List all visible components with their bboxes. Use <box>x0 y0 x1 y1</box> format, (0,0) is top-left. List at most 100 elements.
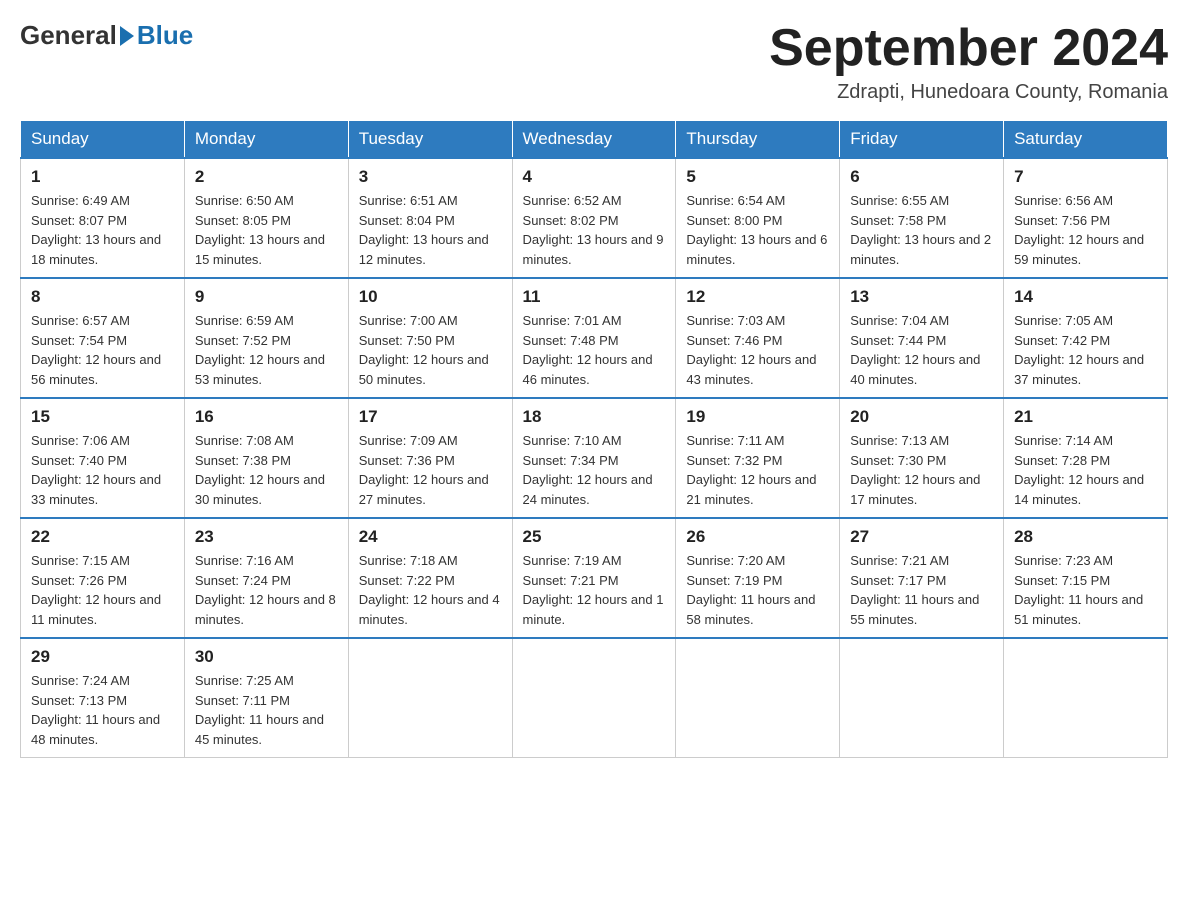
day-number: 16 <box>195 407 338 427</box>
day-number: 6 <box>850 167 993 187</box>
table-row: 13 Sunrise: 7:04 AM Sunset: 7:44 PM Dayl… <box>840 278 1004 398</box>
day-info: Sunrise: 7:21 AM Sunset: 7:17 PM Dayligh… <box>850 551 993 629</box>
day-info: Sunrise: 7:19 AM Sunset: 7:21 PM Dayligh… <box>523 551 666 629</box>
day-number: 9 <box>195 287 338 307</box>
table-row: 21 Sunrise: 7:14 AM Sunset: 7:28 PM Dayl… <box>1004 398 1168 518</box>
day-number: 23 <box>195 527 338 547</box>
table-row: 23 Sunrise: 7:16 AM Sunset: 7:24 PM Dayl… <box>184 518 348 638</box>
table-row: 10 Sunrise: 7:00 AM Sunset: 7:50 PM Dayl… <box>348 278 512 398</box>
logo-blue-text: Blue <box>137 20 193 51</box>
table-row: 22 Sunrise: 7:15 AM Sunset: 7:26 PM Dayl… <box>21 518 185 638</box>
day-info: Sunrise: 7:16 AM Sunset: 7:24 PM Dayligh… <box>195 551 338 629</box>
table-row: 12 Sunrise: 7:03 AM Sunset: 7:46 PM Dayl… <box>676 278 840 398</box>
day-number: 11 <box>523 287 666 307</box>
day-info: Sunrise: 7:25 AM Sunset: 7:11 PM Dayligh… <box>195 671 338 749</box>
table-row: 9 Sunrise: 6:59 AM Sunset: 7:52 PM Dayli… <box>184 278 348 398</box>
day-number: 1 <box>31 167 174 187</box>
table-row: 16 Sunrise: 7:08 AM Sunset: 7:38 PM Dayl… <box>184 398 348 518</box>
day-number: 24 <box>359 527 502 547</box>
day-number: 29 <box>31 647 174 667</box>
day-number: 21 <box>1014 407 1157 427</box>
day-number: 20 <box>850 407 993 427</box>
location-text: Zdrapti, Hunedoara County, Romania <box>769 81 1168 104</box>
calendar-week-1: 1 Sunrise: 6:49 AM Sunset: 8:07 PM Dayli… <box>21 158 1168 278</box>
day-number: 14 <box>1014 287 1157 307</box>
day-info: Sunrise: 6:59 AM Sunset: 7:52 PM Dayligh… <box>195 311 338 389</box>
day-info: Sunrise: 7:05 AM Sunset: 7:42 PM Dayligh… <box>1014 311 1157 389</box>
day-info: Sunrise: 6:50 AM Sunset: 8:05 PM Dayligh… <box>195 191 338 269</box>
day-info: Sunrise: 6:55 AM Sunset: 7:58 PM Dayligh… <box>850 191 993 269</box>
title-section: September 2024 Zdrapti, Hunedoara County… <box>769 20 1168 104</box>
day-info: Sunrise: 7:14 AM Sunset: 7:28 PM Dayligh… <box>1014 431 1157 509</box>
calendar-header-row: Sunday Monday Tuesday Wednesday Thursday… <box>21 121 1168 159</box>
day-number: 13 <box>850 287 993 307</box>
day-number: 25 <box>523 527 666 547</box>
table-row: 17 Sunrise: 7:09 AM Sunset: 7:36 PM Dayl… <box>348 398 512 518</box>
day-info: Sunrise: 7:10 AM Sunset: 7:34 PM Dayligh… <box>523 431 666 509</box>
table-row: 26 Sunrise: 7:20 AM Sunset: 7:19 PM Dayl… <box>676 518 840 638</box>
table-row: 25 Sunrise: 7:19 AM Sunset: 7:21 PM Dayl… <box>512 518 676 638</box>
day-number: 10 <box>359 287 502 307</box>
day-number: 18 <box>523 407 666 427</box>
table-row <box>840 638 1004 758</box>
day-info: Sunrise: 7:15 AM Sunset: 7:26 PM Dayligh… <box>31 551 174 629</box>
day-info: Sunrise: 7:00 AM Sunset: 7:50 PM Dayligh… <box>359 311 502 389</box>
table-row: 28 Sunrise: 7:23 AM Sunset: 7:15 PM Dayl… <box>1004 518 1168 638</box>
day-info: Sunrise: 6:56 AM Sunset: 7:56 PM Dayligh… <box>1014 191 1157 269</box>
day-number: 19 <box>686 407 829 427</box>
day-number: 26 <box>686 527 829 547</box>
table-row: 11 Sunrise: 7:01 AM Sunset: 7:48 PM Dayl… <box>512 278 676 398</box>
col-wednesday: Wednesday <box>512 121 676 159</box>
day-info: Sunrise: 7:04 AM Sunset: 7:44 PM Dayligh… <box>850 311 993 389</box>
table-row: 4 Sunrise: 6:52 AM Sunset: 8:02 PM Dayli… <box>512 158 676 278</box>
logo-triangle-icon <box>120 26 134 46</box>
col-thursday: Thursday <box>676 121 840 159</box>
day-number: 17 <box>359 407 502 427</box>
calendar-week-3: 15 Sunrise: 7:06 AM Sunset: 7:40 PM Dayl… <box>21 398 1168 518</box>
table-row: 18 Sunrise: 7:10 AM Sunset: 7:34 PM Dayl… <box>512 398 676 518</box>
day-info: Sunrise: 6:51 AM Sunset: 8:04 PM Dayligh… <box>359 191 502 269</box>
col-saturday: Saturday <box>1004 121 1168 159</box>
day-number: 30 <box>195 647 338 667</box>
calendar-table: Sunday Monday Tuesday Wednesday Thursday… <box>20 120 1168 758</box>
day-info: Sunrise: 7:03 AM Sunset: 7:46 PM Dayligh… <box>686 311 829 389</box>
day-info: Sunrise: 7:24 AM Sunset: 7:13 PM Dayligh… <box>31 671 174 749</box>
logo: General Blue <box>20 20 193 51</box>
table-row: 3 Sunrise: 6:51 AM Sunset: 8:04 PM Dayli… <box>348 158 512 278</box>
table-row: 6 Sunrise: 6:55 AM Sunset: 7:58 PM Dayli… <box>840 158 1004 278</box>
table-row: 19 Sunrise: 7:11 AM Sunset: 7:32 PM Dayl… <box>676 398 840 518</box>
day-info: Sunrise: 7:23 AM Sunset: 7:15 PM Dayligh… <box>1014 551 1157 629</box>
day-info: Sunrise: 7:09 AM Sunset: 7:36 PM Dayligh… <box>359 431 502 509</box>
table-row: 29 Sunrise: 7:24 AM Sunset: 7:13 PM Dayl… <box>21 638 185 758</box>
table-row: 8 Sunrise: 6:57 AM Sunset: 7:54 PM Dayli… <box>21 278 185 398</box>
day-info: Sunrise: 7:11 AM Sunset: 7:32 PM Dayligh… <box>686 431 829 509</box>
calendar-week-5: 29 Sunrise: 7:24 AM Sunset: 7:13 PM Dayl… <box>21 638 1168 758</box>
day-info: Sunrise: 7:13 AM Sunset: 7:30 PM Dayligh… <box>850 431 993 509</box>
day-number: 28 <box>1014 527 1157 547</box>
table-row: 24 Sunrise: 7:18 AM Sunset: 7:22 PM Dayl… <box>348 518 512 638</box>
day-info: Sunrise: 6:54 AM Sunset: 8:00 PM Dayligh… <box>686 191 829 269</box>
day-number: 4 <box>523 167 666 187</box>
day-number: 8 <box>31 287 174 307</box>
table-row: 15 Sunrise: 7:06 AM Sunset: 7:40 PM Dayl… <box>21 398 185 518</box>
day-number: 5 <box>686 167 829 187</box>
table-row: 1 Sunrise: 6:49 AM Sunset: 8:07 PM Dayli… <box>21 158 185 278</box>
table-row <box>676 638 840 758</box>
day-number: 22 <box>31 527 174 547</box>
table-row: 7 Sunrise: 6:56 AM Sunset: 7:56 PM Dayli… <box>1004 158 1168 278</box>
table-row: 20 Sunrise: 7:13 AM Sunset: 7:30 PM Dayl… <box>840 398 1004 518</box>
day-number: 2 <box>195 167 338 187</box>
month-title: September 2024 <box>769 20 1168 77</box>
day-info: Sunrise: 7:06 AM Sunset: 7:40 PM Dayligh… <box>31 431 174 509</box>
col-tuesday: Tuesday <box>348 121 512 159</box>
day-number: 27 <box>850 527 993 547</box>
table-row: 30 Sunrise: 7:25 AM Sunset: 7:11 PM Dayl… <box>184 638 348 758</box>
page-header: General Blue September 2024 Zdrapti, Hun… <box>20 20 1168 104</box>
day-number: 3 <box>359 167 502 187</box>
col-friday: Friday <box>840 121 1004 159</box>
day-info: Sunrise: 7:20 AM Sunset: 7:19 PM Dayligh… <box>686 551 829 629</box>
table-row <box>512 638 676 758</box>
logo-general-text: General <box>20 20 117 51</box>
table-row <box>1004 638 1168 758</box>
day-number: 7 <box>1014 167 1157 187</box>
